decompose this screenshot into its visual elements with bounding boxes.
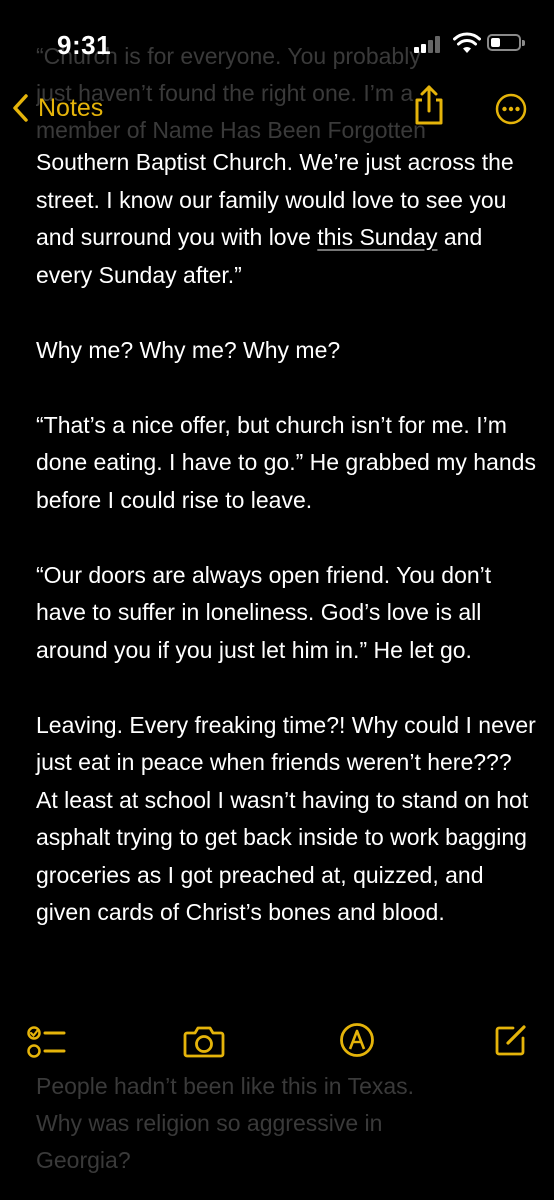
share-icon[interactable] [411, 84, 447, 126]
note-paragraph: Southern Baptist Church. We’re just acro… [36, 144, 536, 294]
cellular-signal-icon [414, 35, 444, 53]
chevron-left-icon [13, 94, 28, 122]
note-paragraph: Why me? Why me? Why me? [36, 336, 341, 363]
back-label: Notes [38, 93, 104, 122]
camera-icon[interactable] [183, 1024, 225, 1058]
bottom-toolbar [0, 1010, 554, 1070]
faded-note-line: Why was religion so aggressive in [36, 1110, 383, 1136]
date-link[interactable]: this Sunday [317, 224, 437, 250]
wifi-icon [453, 32, 481, 53]
note-paragraph: “Our doors are always open friend. You d… [36, 561, 492, 663]
back-to-notes-button[interactable]: Notes [10, 88, 103, 128]
ellipsis-circle-icon[interactable] [495, 93, 527, 125]
faded-note-line: People hadn’t been like this in Texas. [36, 1073, 415, 1099]
note-body[interactable]: Southern Baptist Church. We’re just acro… [36, 144, 536, 969]
note-paragraph: Leaving. Every freaking time?! Why could… [36, 711, 536, 926]
faded-note-line: Georgia? [36, 1147, 131, 1173]
battery-icon [487, 34, 525, 51]
checklist-icon[interactable] [27, 1025, 67, 1059]
compose-icon[interactable] [493, 1022, 529, 1058]
status-bar: 9:31 [0, 0, 554, 70]
faded-note-line: just haven’t found the right one. I’m a [36, 80, 414, 106]
status-time: 9:31 [57, 30, 112, 60]
markup-pen-icon[interactable] [339, 1022, 375, 1058]
note-paragraph: “That’s a nice offer, but church isn’t f… [36, 411, 536, 513]
